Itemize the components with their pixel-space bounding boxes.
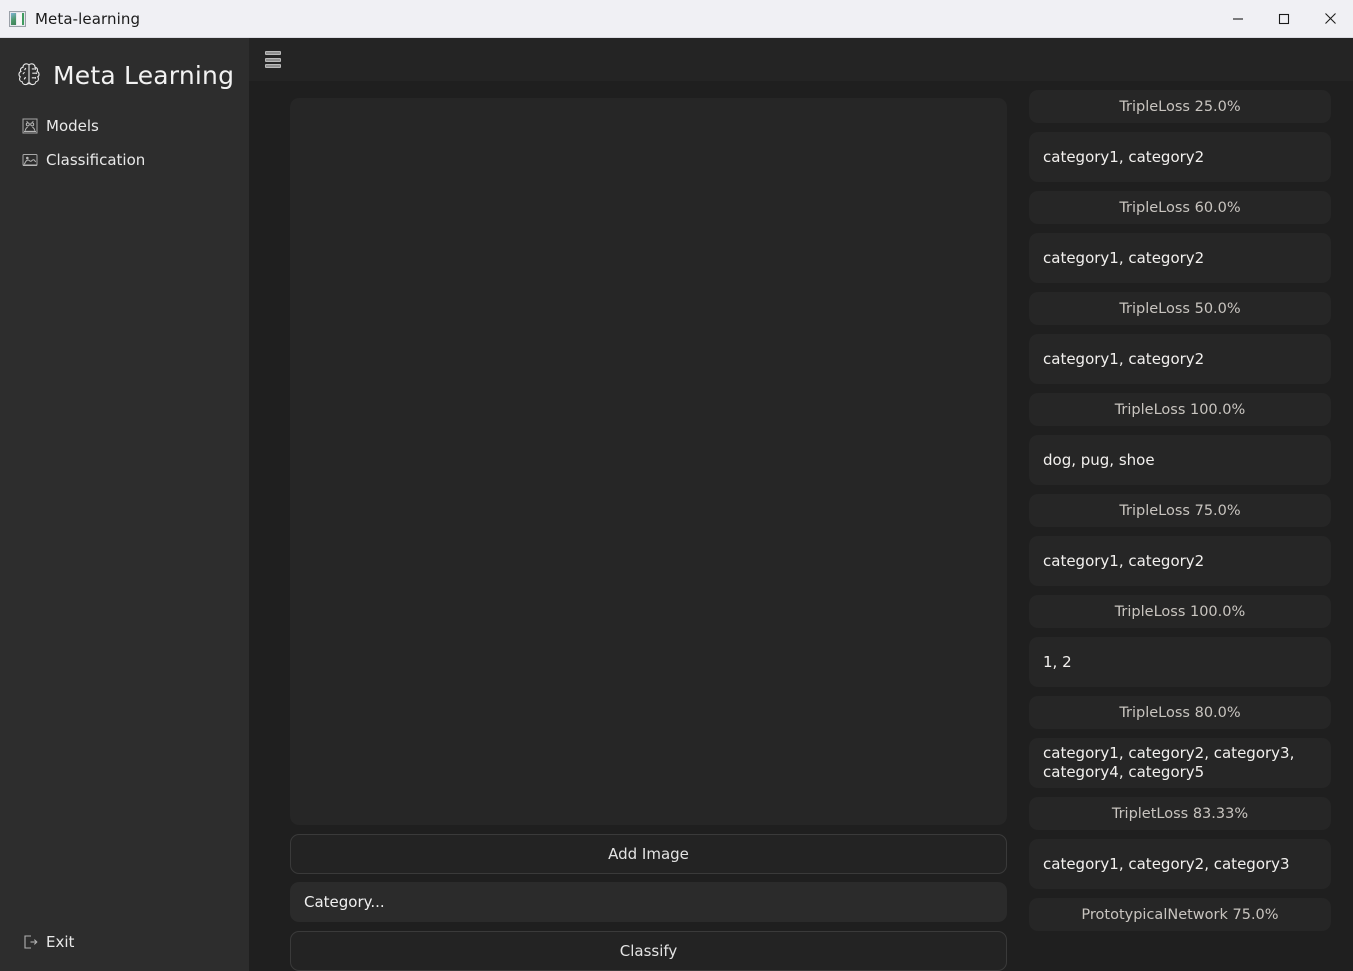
- classify-button[interactable]: Classify: [290, 931, 1007, 971]
- result-categories[interactable]: 1, 2: [1029, 637, 1331, 687]
- sidebar-item-label: Exit: [46, 933, 75, 951]
- window-controls: [1215, 0, 1353, 38]
- sidebar-item-label: Models: [46, 117, 99, 135]
- result-header[interactable]: TripleLoss 60.0%: [1029, 191, 1331, 224]
- main-area: Add Image Classify TripleLoss 25.0% categ…: [249, 38, 1353, 971]
- image-app-icon: [9, 10, 26, 27]
- stacked-list-icon[interactable]: [265, 51, 281, 68]
- image-preview-area[interactable]: [290, 98, 1007, 825]
- sidebar-item-models[interactable]: Models: [0, 109, 249, 143]
- classification-panel: Add Image Classify: [249, 81, 1020, 971]
- window-body: Meta Learning Models Classification Exit…: [0, 38, 1353, 971]
- sidebar-nav: Models Classification: [0, 109, 249, 177]
- sidebar: Meta Learning Models Classification Exit: [0, 38, 249, 971]
- application-window: Meta-learning Meta Learning Models Class…: [0, 0, 1353, 971]
- result-header[interactable]: TripleLoss 75.0%: [1029, 494, 1331, 527]
- sidebar-item-exit[interactable]: Exit: [0, 925, 249, 959]
- result-categories[interactable]: category1, category2: [1029, 334, 1331, 384]
- brain-icon: [14, 60, 44, 90]
- result-header[interactable]: PrototypicalNetwork 75.0%: [1029, 898, 1331, 931]
- result-categories[interactable]: category1, category2, category3: [1029, 839, 1331, 889]
- category-input[interactable]: [290, 882, 1007, 922]
- exit-icon: [22, 934, 38, 950]
- result-header[interactable]: TripleLoss 100.0%: [1029, 595, 1331, 628]
- content-area: Add Image Classify TripleLoss 25.0% categ…: [249, 81, 1353, 971]
- result-header[interactable]: TripleLoss 100.0%: [1029, 393, 1331, 426]
- brand: Meta Learning: [0, 53, 249, 97]
- models-icon: [22, 118, 38, 134]
- title-bar-left: Meta-learning: [0, 10, 1215, 28]
- add-image-button[interactable]: Add Image: [290, 834, 1007, 874]
- window-title: Meta-learning: [35, 9, 141, 28]
- result-categories[interactable]: category1, category2: [1029, 233, 1331, 283]
- top-bar: [249, 38, 1353, 81]
- results-panel[interactable]: TripleLoss 25.0% category1, category2 Trip…: [1020, 81, 1353, 971]
- result-header[interactable]: TripleLoss 80.0%: [1029, 696, 1331, 729]
- result-categories[interactable]: dog, pug, shoe: [1029, 435, 1331, 485]
- result-header[interactable]: TripleLoss 25.0%: [1029, 90, 1331, 123]
- sidebar-item-classification[interactable]: Classification: [0, 143, 249, 177]
- result-categories[interactable]: category1, category2: [1029, 536, 1331, 586]
- title-bar: Meta-learning: [0, 0, 1353, 38]
- brand-label: Meta Learning: [53, 60, 235, 90]
- result-categories[interactable]: category1, category2, category3, categor…: [1029, 738, 1331, 788]
- close-button[interactable]: [1307, 0, 1353, 38]
- maximize-button[interactable]: [1261, 0, 1307, 38]
- result-header[interactable]: TripleLoss 50.0%: [1029, 292, 1331, 325]
- result-header[interactable]: TripletLoss 83.33%: [1029, 797, 1331, 830]
- result-categories[interactable]: category1, category2: [1029, 132, 1331, 182]
- minimize-button[interactable]: [1215, 0, 1261, 38]
- sidebar-item-label: Classification: [46, 151, 146, 169]
- classification-icon: [22, 152, 38, 168]
